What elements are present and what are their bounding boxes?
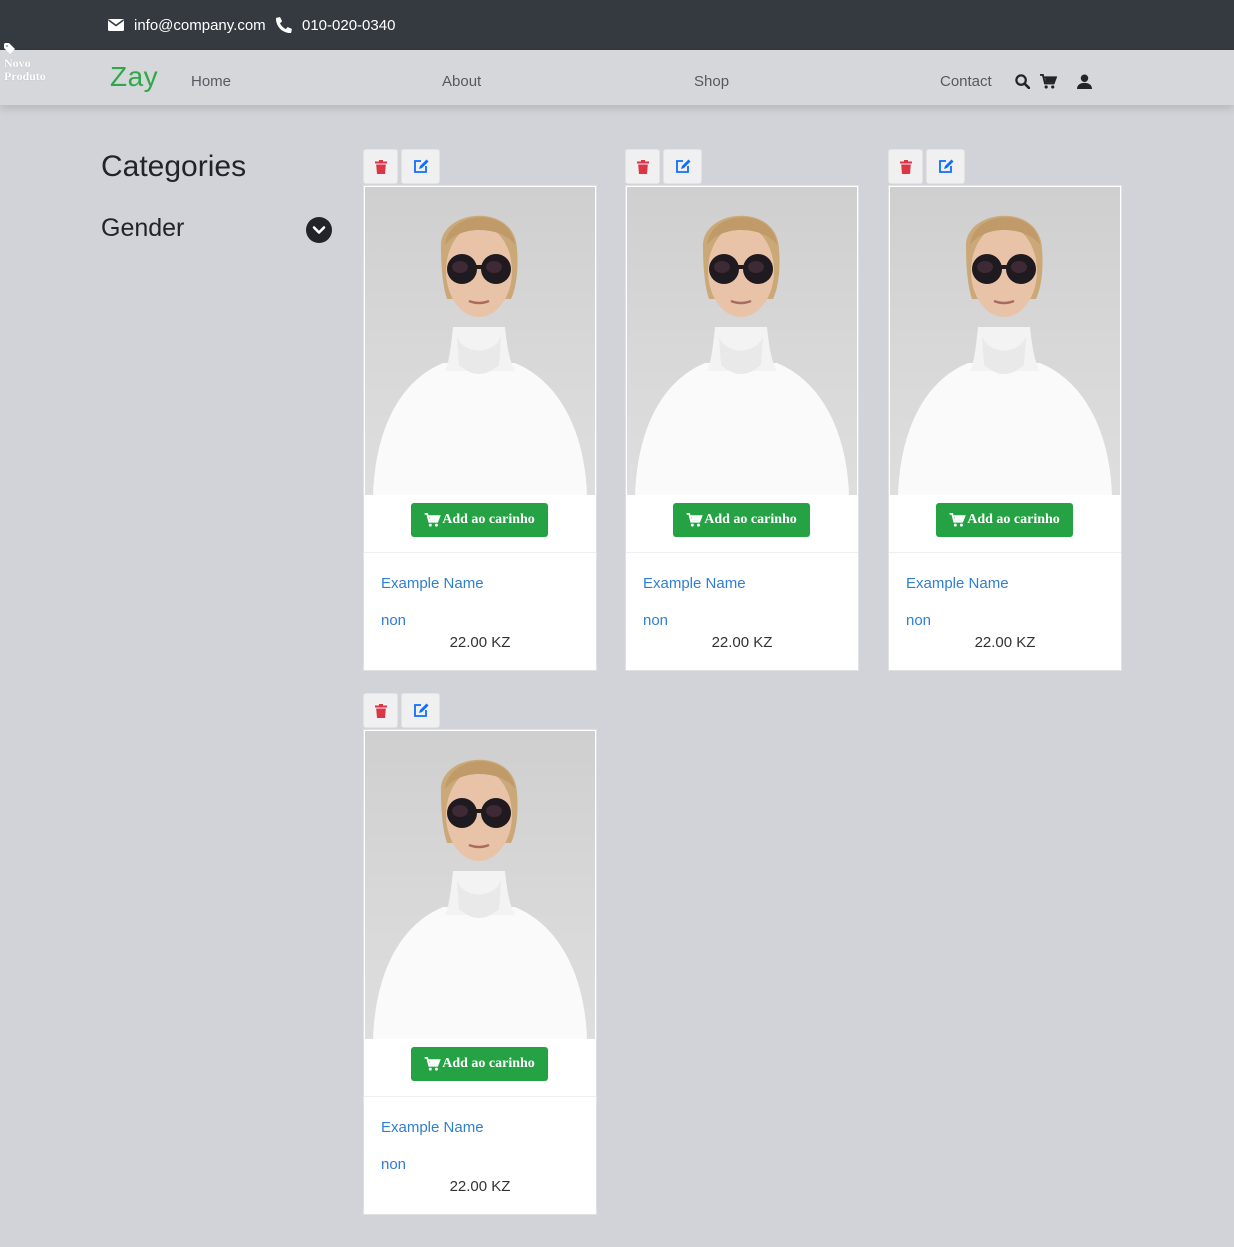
trash-icon bbox=[374, 703, 387, 718]
search-icon[interactable] bbox=[1013, 72, 1031, 90]
cart-area: Add ao carinho bbox=[364, 1039, 596, 1097]
product-price: 22.00 KZ bbox=[449, 1178, 511, 1195]
envelope-icon bbox=[108, 19, 124, 31]
cart-plus-icon bbox=[424, 1057, 441, 1071]
cart-plus-icon bbox=[949, 513, 966, 527]
tags-icon bbox=[4, 43, 46, 57]
phone-text: 010-020-0340 bbox=[302, 16, 396, 34]
phone-icon bbox=[276, 17, 292, 33]
cart-plus-icon bbox=[424, 513, 441, 527]
nav-about[interactable]: About bbox=[442, 73, 481, 90]
add-to-cart-label: Add ao carinho bbox=[704, 512, 797, 527]
add-to-cart-button[interactable]: Add ao carinho bbox=[936, 503, 1073, 537]
product-card: Add ao carinho Example Name non 22.00 KZ bbox=[625, 149, 859, 671]
edit-button[interactable] bbox=[926, 149, 965, 184]
add-to-cart-label: Add ao carinho bbox=[442, 1056, 535, 1071]
nav-home[interactable]: Home bbox=[191, 73, 231, 90]
chevron-down-icon[interactable] bbox=[306, 217, 332, 243]
product-tag[interactable]: non bbox=[381, 612, 406, 629]
add-to-cart-label: Add ao carinho bbox=[967, 512, 1060, 527]
delete-button[interactable] bbox=[363, 149, 398, 184]
product-name[interactable]: Example Name bbox=[643, 575, 746, 592]
product-card: Add ao carinho Example Name non 22.00 KZ bbox=[363, 149, 597, 671]
edit-button[interactable] bbox=[401, 693, 440, 728]
product-name[interactable]: Example Name bbox=[906, 575, 1009, 592]
product-card-body: Add ao carinho Example Name non 22.00 KZ bbox=[363, 185, 597, 671]
delete-button[interactable] bbox=[625, 149, 660, 184]
edit-icon bbox=[938, 159, 953, 173]
cart-area: Add ao carinho bbox=[626, 495, 858, 553]
delete-button[interactable] bbox=[888, 149, 923, 184]
gender-label: Gender bbox=[101, 214, 185, 242]
edit-button[interactable] bbox=[401, 149, 440, 184]
product-name[interactable]: Example Name bbox=[381, 575, 484, 592]
product-card-body: Add ao carinho Example Name non 22.00 KZ bbox=[625, 185, 859, 671]
product-price: 22.00 KZ bbox=[974, 634, 1036, 651]
nav-shop[interactable]: Shop bbox=[694, 73, 729, 90]
add-to-cart-button[interactable]: Add ao carinho bbox=[411, 1047, 548, 1081]
nav-contact[interactable]: Contact bbox=[940, 73, 992, 90]
brand-logo[interactable]: Zay bbox=[110, 61, 158, 93]
product-image[interactable] bbox=[890, 187, 1120, 495]
email-text: info@company.com bbox=[134, 16, 266, 34]
top-info-bar: info@company.com 010-020-0340 bbox=[0, 0, 1234, 50]
new-product-link[interactable]: Novo Produto bbox=[4, 43, 46, 83]
new-product-line2: Produto bbox=[4, 69, 46, 83]
contact-phone[interactable]: 010-020-0340 bbox=[276, 0, 395, 50]
add-to-cart-button[interactable]: Add ao carinho bbox=[411, 503, 548, 537]
cart-area: Add ao carinho bbox=[889, 495, 1121, 553]
trash-icon bbox=[374, 159, 387, 174]
product-tag[interactable]: non bbox=[906, 612, 931, 629]
cart-icon[interactable] bbox=[1039, 72, 1057, 90]
product-name[interactable]: Example Name bbox=[381, 1119, 484, 1136]
product-card: Add ao carinho Example Name non 22.00 KZ bbox=[363, 693, 597, 1215]
product-image[interactable] bbox=[365, 187, 595, 495]
product-image[interactable] bbox=[365, 731, 595, 1039]
product-card: Add ao carinho Example Name non 22.00 KZ bbox=[888, 149, 1122, 671]
new-product-line1: Novo bbox=[4, 56, 31, 70]
add-to-cart-label: Add ao carinho bbox=[442, 512, 535, 527]
edit-icon bbox=[413, 159, 428, 173]
cart-plus-icon bbox=[686, 513, 703, 527]
product-tag[interactable]: non bbox=[381, 1156, 406, 1173]
product-price: 22.00 KZ bbox=[449, 634, 511, 651]
cart-area: Add ao carinho bbox=[364, 495, 596, 553]
contact-email[interactable]: info@company.com bbox=[108, 0, 266, 50]
product-image[interactable] bbox=[627, 187, 857, 495]
product-price: 22.00 KZ bbox=[711, 634, 773, 651]
product-tag[interactable]: non bbox=[643, 612, 668, 629]
main-navbar: Zay Home About Shop Contact bbox=[0, 50, 1234, 105]
product-card-body: Add ao carinho Example Name non 22.00 KZ bbox=[888, 185, 1122, 671]
gender-category[interactable]: Gender bbox=[101, 214, 333, 248]
product-card-body: Add ao carinho Example Name non 22.00 KZ bbox=[363, 729, 597, 1215]
add-to-cart-button[interactable]: Add ao carinho bbox=[673, 503, 810, 537]
edit-icon bbox=[675, 159, 690, 173]
trash-icon bbox=[899, 159, 912, 174]
trash-icon bbox=[636, 159, 649, 174]
categories-title: Categories bbox=[101, 150, 247, 183]
edit-icon bbox=[413, 703, 428, 717]
user-icon[interactable] bbox=[1075, 72, 1093, 90]
edit-button[interactable] bbox=[663, 149, 702, 184]
delete-button[interactable] bbox=[363, 693, 398, 728]
